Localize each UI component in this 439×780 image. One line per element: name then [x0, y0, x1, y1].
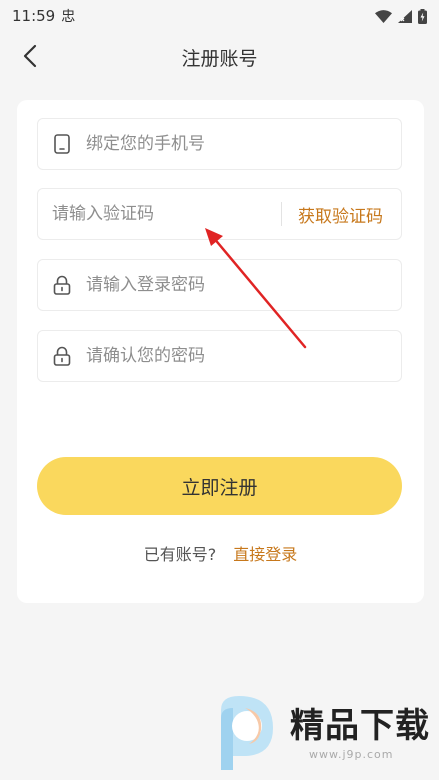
phone-field[interactable] — [37, 118, 402, 170]
watermark-brand: 精品下载 — [290, 706, 430, 746]
phone-input[interactable] — [86, 134, 387, 154]
page-title: 注册账号 — [181, 48, 258, 70]
password-input[interactable] — [86, 275, 387, 295]
wifi-icon — [375, 9, 392, 23]
login-row: 已有账号? 直接登录 — [17, 541, 424, 565]
watermark-url: www.j9p.com — [309, 748, 394, 761]
login-link[interactable]: 直接登录 — [233, 545, 297, 564]
register-button[interactable]: 立即注册 — [37, 457, 402, 515]
register-card: 获取验证码 立即注册 已有账号? 直接登录 — [17, 100, 424, 603]
get-code-button[interactable]: 获取验证码 — [298, 202, 383, 227]
battery-icon — [418, 8, 427, 24]
nav-bar: 注册账号 — [0, 36, 439, 76]
divider — [281, 202, 282, 226]
password-field[interactable] — [37, 259, 402, 311]
lock-icon — [52, 275, 72, 295]
status-time: 11:59 — [12, 7, 56, 25]
watermark-logo — [221, 696, 273, 770]
verification-code-input[interactable] — [52, 204, 281, 224]
confirm-password-input[interactable] — [86, 346, 387, 366]
verification-code-field[interactable]: 获取验证码 — [37, 188, 402, 240]
signal-icon — [398, 9, 412, 23]
watermark: 精品下载 www.j9p.com — [205, 690, 435, 775]
lock-icon — [52, 346, 72, 366]
status-right — [375, 8, 427, 24]
status-bar: 11:59 忠 — [0, 0, 439, 32]
phone-icon — [52, 134, 72, 154]
login-prompt: 已有账号? — [143, 545, 217, 564]
notification-icon: 忠 — [61, 9, 76, 25]
confirm-password-field[interactable] — [37, 330, 402, 382]
status-left: 11:59 忠 — [12, 6, 75, 26]
